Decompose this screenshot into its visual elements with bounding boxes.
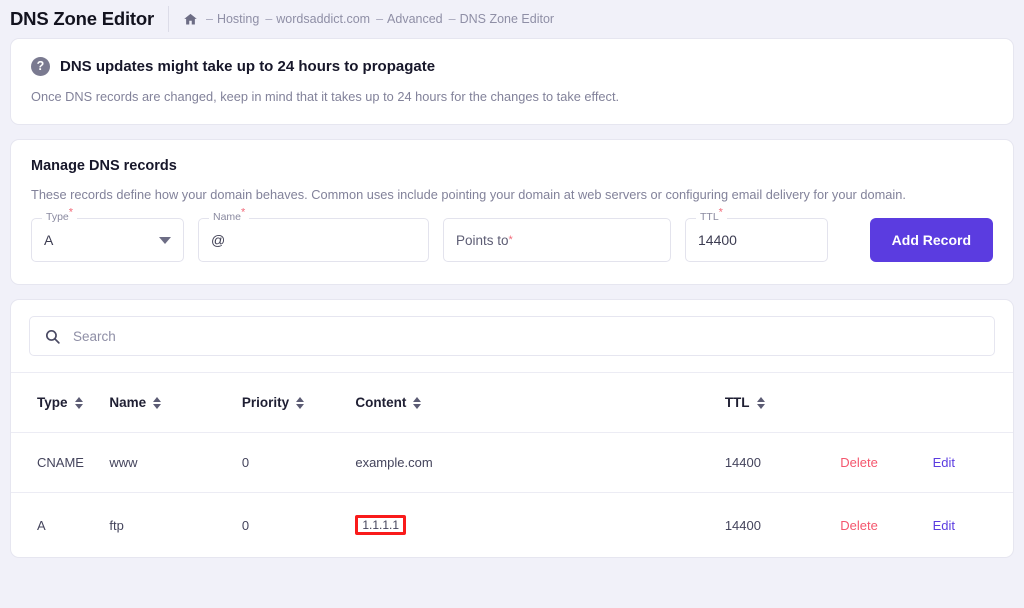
highlighted-content-value: 1.1.1.1	[355, 515, 406, 535]
breadcrumb-item-hosting[interactable]: Hosting	[217, 12, 259, 26]
name-value: @	[211, 232, 225, 248]
cell-edit: Edit	[933, 493, 1013, 558]
breadcrumb-dash-0: –	[206, 12, 213, 26]
cell-priority: 0	[242, 433, 355, 493]
breadcrumb: – Hosting – wordsaddict.com – Advanced –…	[183, 12, 554, 27]
cell-edit: Edit	[933, 433, 1013, 493]
cell-priority: 0	[242, 493, 355, 558]
breadcrumb-item-domain[interactable]: wordsaddict.com	[276, 12, 370, 26]
type-select[interactable]: Type* A	[31, 218, 184, 262]
add-record-button[interactable]: Add Record	[870, 218, 993, 262]
type-value: A	[44, 232, 53, 248]
sort-icon-name[interactable]	[153, 397, 161, 409]
sort-icon-ttl[interactable]	[757, 397, 765, 409]
notice-header: ? DNS updates might take up to 24 hours …	[31, 57, 993, 76]
notice-body: Once DNS records are changed, keep in mi…	[31, 89, 993, 104]
help-circle-icon: ?	[31, 57, 50, 76]
sort-icon-content[interactable]	[413, 397, 421, 409]
app-header: DNS Zone Editor – Hosting – wordsaddict.…	[0, 0, 1024, 38]
cell-type: CNAME	[11, 433, 109, 493]
column-header-ttl[interactable]: TTL	[725, 373, 840, 433]
column-header-edit	[933, 373, 1013, 433]
delete-link[interactable]: Delete	[840, 518, 878, 533]
manage-dns-records-card: Manage DNS records These records define …	[10, 139, 1014, 285]
points-to-placeholder: Points to	[456, 233, 509, 248]
breadcrumb-item-advanced[interactable]: Advanced	[387, 12, 443, 26]
ttl-label: TTL*	[696, 212, 727, 223]
type-label: Type*	[42, 212, 77, 223]
search-placeholder: Search	[73, 329, 116, 344]
edit-link[interactable]: Edit	[933, 455, 955, 470]
delete-link[interactable]: Delete	[840, 455, 878, 470]
breadcrumb-item-current: DNS Zone Editor	[460, 12, 554, 26]
dns-records-table-card: Search Type Name Priority Content TTL CN…	[10, 299, 1014, 558]
manage-records-description: These records define how your domain beh…	[31, 187, 993, 202]
table-row: A ftp 0 1.1.1.1 14400 Delete Edit	[11, 493, 1013, 558]
cell-name: www	[109, 433, 242, 493]
search-icon	[44, 328, 61, 345]
chevron-down-icon	[159, 237, 171, 244]
column-header-content[interactable]: Content	[355, 373, 724, 433]
cell-ttl: 14400	[725, 493, 840, 558]
page-title: DNS Zone Editor	[10, 8, 168, 30]
add-record-form: Type* A Name* @ Points to* TTL* 14400 Ad…	[31, 218, 993, 262]
name-label: Name*	[209, 212, 249, 223]
header-divider	[168, 6, 169, 32]
cell-delete: Delete	[840, 493, 932, 558]
cell-content: example.com	[355, 433, 724, 493]
column-header-name[interactable]: Name	[109, 373, 242, 433]
edit-link[interactable]: Edit	[933, 518, 955, 533]
sort-icon-priority[interactable]	[296, 397, 304, 409]
points-to-input[interactable]: Points to*	[443, 218, 671, 262]
name-input[interactable]: Name* @	[198, 218, 429, 262]
home-icon[interactable]	[183, 12, 198, 27]
table-body: CNAME www 0 example.com 14400 Delete Edi…	[11, 433, 1013, 558]
search-input[interactable]: Search	[29, 316, 995, 356]
table-head: Type Name Priority Content TTL	[11, 373, 1013, 433]
cell-delete: Delete	[840, 433, 932, 493]
ttl-value: 14400	[698, 232, 737, 248]
table-header-row: Type Name Priority Content TTL	[11, 373, 1013, 433]
cell-content: 1.1.1.1	[355, 493, 724, 558]
cell-type: A	[11, 493, 109, 558]
cell-ttl: 14400	[725, 433, 840, 493]
cell-name: ftp	[109, 493, 242, 558]
breadcrumb-dash-3: –	[449, 12, 456, 26]
breadcrumb-dash-1: –	[265, 12, 272, 26]
dns-propagation-notice: ? DNS updates might take up to 24 hours …	[10, 38, 1014, 125]
column-header-type[interactable]: Type	[11, 373, 109, 433]
sort-icon-type[interactable]	[75, 397, 83, 409]
breadcrumb-dash-2: –	[376, 12, 383, 26]
notice-title: DNS updates might take up to 24 hours to…	[60, 58, 435, 75]
column-header-delete	[840, 373, 932, 433]
manage-records-title: Manage DNS records	[31, 158, 993, 174]
ttl-input[interactable]: TTL* 14400	[685, 218, 828, 262]
table-row: CNAME www 0 example.com 14400 Delete Edi…	[11, 433, 1013, 493]
search-area: Search	[11, 300, 1013, 372]
dns-records-table: Type Name Priority Content TTL CNAME www…	[11, 373, 1013, 557]
column-header-priority[interactable]: Priority	[242, 373, 355, 433]
